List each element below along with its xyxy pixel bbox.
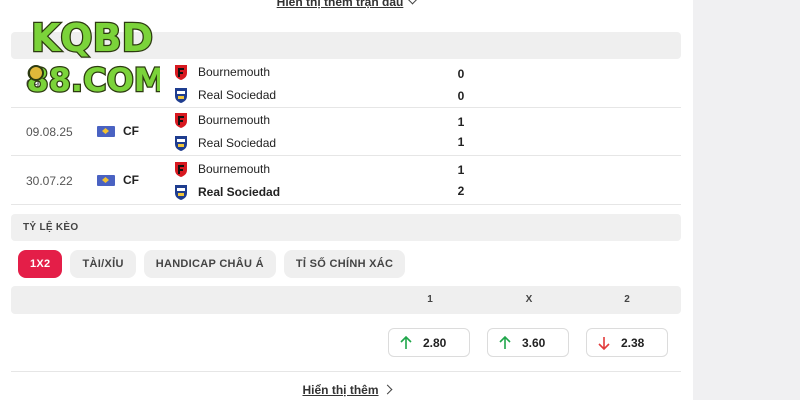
away-score: 1	[457, 135, 465, 149]
svg-text:88.COM: 88.COM	[26, 61, 160, 99]
bournemouth-crest-icon	[175, 113, 187, 128]
odds-section-header: TỶ LỆ KÈO	[11, 214, 681, 241]
odds-column-header: 1 X 2	[11, 286, 681, 314]
column-draw: X	[525, 294, 533, 305]
tab-1x2[interactable]: 1X2	[18, 250, 63, 278]
match-date: 30.07.22	[26, 174, 73, 188]
chevron-right-icon	[382, 384, 392, 395]
competition-flag-icon	[97, 126, 115, 137]
competition-flag-icon	[97, 175, 115, 186]
odds-value: 3.60	[522, 335, 546, 350]
divider	[11, 371, 681, 372]
match-row[interactable]: 30.07.22 CF Bournemouth Real Sociedad 1 …	[11, 157, 681, 205]
match-date: 09.08.25	[26, 125, 73, 139]
kqbd88-logo: KQBD 88.COM	[25, 15, 160, 99]
away-team-name: Real Sociedad	[198, 136, 277, 150]
odds-away-win-button[interactable]: 2.38	[586, 328, 668, 357]
away-team-name: Real Sociedad	[198, 185, 281, 199]
real-sociedad-crest-icon	[175, 185, 187, 200]
home-team: Bournemouth	[174, 159, 270, 179]
chevron-down-icon	[407, 0, 418, 5]
bournemouth-crest-icon	[175, 162, 187, 177]
arrow-up-icon	[400, 335, 412, 349]
odds-tabs: 1X2 TÀI/XỈU HANDICAP CHÂU Á TỈ SỐ CHÍNH …	[18, 250, 406, 278]
show-more-odds-link[interactable]: Hiển thị thêm	[0, 383, 693, 397]
competition-label: CF	[123, 124, 139, 138]
match-row[interactable]: 09.08.25 CF Bournemouth Real Sociedad 1 …	[11, 108, 681, 156]
away-team: Real Sociedad	[174, 133, 276, 153]
svg-text:KQBD: KQBD	[31, 16, 153, 60]
home-team-name: Bournemouth	[198, 162, 271, 176]
away-score: 2	[457, 184, 465, 198]
home-team: Bournemouth	[174, 62, 270, 82]
odds-draw-button[interactable]: 3.60	[487, 328, 569, 357]
tab-correct-score[interactable]: TỈ SỐ CHÍNH XÁC	[283, 250, 406, 278]
bournemouth-crest-icon	[175, 65, 187, 80]
tab-over-under[interactable]: TÀI/XỈU	[70, 250, 136, 278]
odds-section-title: TỶ LỆ KÈO	[23, 222, 79, 233]
column-away-win: 2	[624, 294, 630, 305]
away-team: Real Sociedad	[174, 182, 280, 202]
show-more-matches-link[interactable]: Hiển thị thêm trận đấu	[0, 0, 693, 9]
arrow-down-icon	[598, 336, 610, 350]
away-team: Real Sociedad	[174, 85, 276, 105]
real-sociedad-crest-icon	[175, 88, 187, 103]
home-score: 0	[457, 67, 465, 81]
home-team: Bournemouth	[174, 110, 270, 130]
real-sociedad-crest-icon	[175, 136, 187, 151]
right-sidebar-background	[693, 0, 800, 400]
column-home-win: 1	[427, 294, 433, 305]
arrow-up-icon	[499, 335, 511, 349]
odds-value: 2.38	[621, 335, 645, 350]
odds-home-win-button[interactable]: 2.80	[388, 328, 470, 357]
show-more-matches-label: Hiển thị thêm trận đấu	[276, 0, 404, 9]
home-score: 1	[457, 163, 465, 177]
home-team-name: Bournemouth	[198, 113, 271, 127]
odds-value: 2.80	[423, 335, 447, 350]
tab-asian-handicap[interactable]: HANDICAP CHÂU Á	[143, 250, 276, 278]
home-team-name: Bournemouth	[198, 65, 271, 79]
home-score: 1	[457, 115, 465, 129]
match-panel: Hiển thị thêm trận đấu 09 Bournemouth Re…	[0, 0, 693, 400]
away-team-name: Real Sociedad	[198, 88, 277, 102]
away-score: 0	[457, 89, 465, 103]
show-more-odds-label: Hiển thị thêm	[302, 383, 379, 397]
competition-label: CF	[123, 173, 139, 187]
